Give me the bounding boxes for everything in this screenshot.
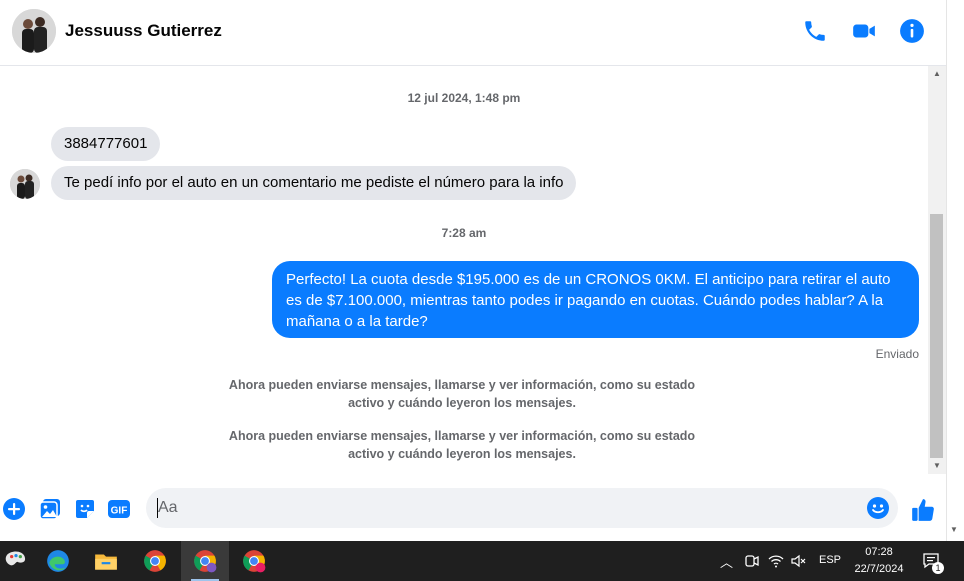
- clock-time[interactable]: 07:28: [863, 546, 895, 558]
- edge-icon[interactable]: [34, 541, 82, 581]
- gif-label: GIF: [111, 506, 128, 517]
- messenger-window: Jessuuss Gutierrez ▲ ▼ ▼ 12 jul 2024, 1:…: [0, 0, 964, 581]
- message-status: Enviado: [875, 347, 919, 361]
- language-indicator[interactable]: ESP: [819, 554, 841, 566]
- tray-chevron-up-icon[interactable]: ︿: [720, 552, 733, 571]
- outgoing-message[interactable]: Perfecto! La cuota desde $195.000 es de …: [272, 261, 919, 338]
- window-edge: [946, 0, 964, 541]
- message-composer: GIF: [0, 482, 946, 538]
- contact-name[interactable]: Jessuuss Gutierrez: [65, 21, 222, 41]
- chat-header: Jessuuss Gutierrez: [0, 0, 946, 66]
- window-scroll-down-icon[interactable]: ▼: [950, 525, 958, 534]
- sticker-icon[interactable]: [73, 497, 97, 521]
- chrome-profile-icon[interactable]: [181, 541, 229, 581]
- sender-avatar[interactable]: [10, 169, 40, 199]
- timestamp: 7:28 am: [441, 226, 487, 240]
- volume-muted-icon[interactable]: [790, 553, 806, 569]
- system-notice: Ahora pueden enviarse mensajes, llamarse…: [228, 378, 696, 410]
- contact-avatar[interactable]: [12, 9, 56, 53]
- gif-icon[interactable]: GIF: [107, 497, 131, 521]
- incoming-message[interactable]: Te pedí info por el auto en un comentari…: [51, 166, 577, 200]
- network-icon[interactable]: [768, 553, 784, 569]
- video-icon[interactable]: [851, 18, 877, 44]
- timestamp: 12 jul 2024, 1:48 pm: [407, 91, 521, 105]
- clock-date[interactable]: 22/7/2024: [849, 563, 909, 575]
- chrome-icon[interactable]: [131, 541, 179, 581]
- chrome-profile-c-icon[interactable]: [230, 541, 278, 581]
- gallery-icon[interactable]: [38, 497, 62, 521]
- scroll-down-icon[interactable]: ▼: [928, 458, 946, 474]
- windows-taskbar: ︿ ESP 07:28 22/7/2024 1: [0, 541, 964, 581]
- system-notice: Ahora pueden enviarse mensajes, llamarse…: [228, 429, 696, 461]
- message-input-box[interactable]: [146, 488, 898, 528]
- incoming-message[interactable]: 3884777601: [51, 127, 161, 161]
- info-icon[interactable]: [899, 18, 925, 44]
- scroll-thumb[interactable]: [930, 214, 943, 458]
- scroll-up-icon[interactable]: ▲: [928, 66, 946, 82]
- notification-count: 1: [932, 562, 944, 574]
- meet-now-icon[interactable]: [744, 553, 760, 569]
- plus-icon[interactable]: [2, 497, 26, 521]
- message-scrollbar[interactable]: ▲ ▼: [928, 66, 946, 474]
- phone-icon[interactable]: [802, 18, 828, 44]
- like-icon[interactable]: [910, 497, 936, 523]
- message-input[interactable]: [158, 488, 858, 528]
- emoji-icon[interactable]: [866, 496, 890, 520]
- file-explorer-icon[interactable]: [82, 541, 130, 581]
